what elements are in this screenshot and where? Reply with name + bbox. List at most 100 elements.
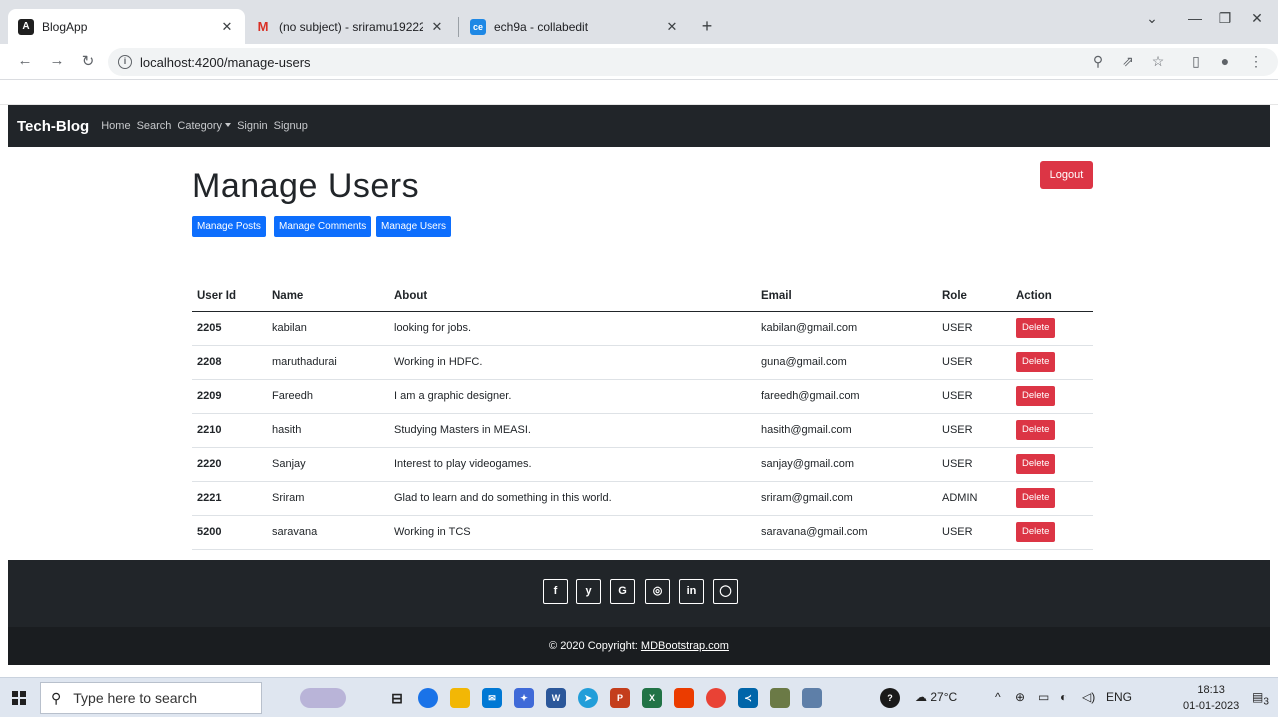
edge-icon[interactable] xyxy=(418,688,438,708)
pen-icon[interactable]: ⊕ xyxy=(1015,690,1025,704)
linkedin-icon[interactable]: in xyxy=(679,579,704,604)
office-icon[interactable] xyxy=(674,688,694,708)
cell-action: Delete xyxy=(1011,515,1093,550)
cell-role: USER xyxy=(937,379,1011,414)
mail-icon[interactable]: ✉ xyxy=(482,688,502,708)
word-icon[interactable]: W xyxy=(546,688,566,708)
browser-tab-bar: A BlogApp ✕ M (no subject) - sriramu1922… xyxy=(0,0,1278,44)
cell-user-id: 2210 xyxy=(192,413,267,448)
share-icon[interactable]: ⇗ xyxy=(1118,53,1138,70)
cell-email: sriram@gmail.com xyxy=(756,481,937,516)
notepad-icon[interactable] xyxy=(802,688,822,708)
nav-signin[interactable]: Signin xyxy=(237,120,268,132)
taskbar-search-input[interactable]: ⚲ Type here to search xyxy=(40,682,262,714)
task-view-icon[interactable]: ⊟ xyxy=(387,688,407,708)
cell-about: Interest to play videogames. xyxy=(389,447,756,482)
tab-gmail[interactable]: M (no subject) - sriramu192221@g ✕ xyxy=(245,9,455,44)
chevron-down-icon[interactable]: ⌄ xyxy=(1137,10,1167,27)
delete-button[interactable]: Delete xyxy=(1016,420,1056,440)
nav-search[interactable]: Search xyxy=(137,120,172,132)
cell-name: Sriram xyxy=(267,481,389,516)
bookmark-star-icon[interactable]: ☆ xyxy=(1148,53,1168,70)
page-title: Manage Users xyxy=(192,167,420,205)
forward-icon[interactable]: → xyxy=(47,52,67,69)
windows-start-icon[interactable] xyxy=(12,691,26,705)
nav-category-label: Category xyxy=(177,120,223,132)
cell-user-id: 5200 xyxy=(192,515,267,550)
nav-home[interactable]: Home xyxy=(101,120,130,132)
close-icon[interactable]: ✕ xyxy=(429,19,445,35)
weather-indicator[interactable]: ☁ 27°C xyxy=(915,690,957,704)
widget-icon[interactable] xyxy=(300,688,346,708)
volume-icon[interactable]: ◁) xyxy=(1082,690,1095,704)
delete-button[interactable]: Delete xyxy=(1016,488,1056,508)
mdbootstrap-link[interactable]: MDBootstrap.com xyxy=(641,640,729,652)
vscode-icon[interactable]: ≺ xyxy=(738,688,758,708)
navbar-brand[interactable]: Tech-Blog xyxy=(17,118,89,135)
file-explorer-icon[interactable] xyxy=(450,688,470,708)
battery-icon[interactable]: ▭ xyxy=(1038,690,1049,704)
nav-category[interactable]: Category xyxy=(177,120,232,132)
google-icon[interactable]: G xyxy=(610,579,635,604)
close-icon[interactable]: ✕ xyxy=(219,19,235,35)
github-icon[interactable]: ◯ xyxy=(713,579,738,604)
weather-text: 27°C xyxy=(930,690,958,704)
cell-email: saravana@gmail.com xyxy=(756,515,937,550)
delete-button[interactable]: Delete xyxy=(1016,318,1056,338)
close-window-icon[interactable]: ✕ xyxy=(1242,10,1272,27)
manage-posts-button[interactable]: Manage Posts xyxy=(192,216,266,237)
powerpoint-icon[interactable]: P xyxy=(610,688,630,708)
facebook-icon[interactable]: f xyxy=(543,579,568,604)
back-icon[interactable]: ← xyxy=(15,52,35,69)
minimize-icon[interactable]: — xyxy=(1180,10,1210,26)
language-indicator[interactable]: ENG xyxy=(1106,690,1132,704)
game-icon[interactable] xyxy=(770,688,790,708)
cell-name: hasith xyxy=(267,413,389,448)
table-row: 5200 saravana Working in TCS saravana@gm… xyxy=(192,515,1093,550)
instagram-icon[interactable]: ◎ xyxy=(645,579,670,604)
delete-button[interactable]: Delete xyxy=(1016,386,1056,406)
side-panel-icon[interactable]: ▯ xyxy=(1186,53,1206,70)
tab-collabedit[interactable]: ce ech9a - collabedit ✕ xyxy=(460,9,690,44)
dropbox-icon[interactable]: ✦ xyxy=(514,688,534,708)
telegram-icon[interactable]: ➤ xyxy=(578,688,598,708)
copyright-text: © 2020 Copyright: xyxy=(549,640,641,652)
table-row: 2220 Sanjay Interest to play videogames.… xyxy=(192,447,1093,482)
restore-icon[interactable]: ❐ xyxy=(1210,10,1240,27)
zoom-icon[interactable]: ⚲ xyxy=(1088,53,1108,70)
chrome-icon[interactable] xyxy=(706,688,726,708)
search-placeholder: Type here to search xyxy=(73,690,198,706)
header-user-id: User Id xyxy=(192,281,267,312)
delete-button[interactable]: Delete xyxy=(1016,352,1056,372)
cell-email: hasith@gmail.com xyxy=(756,413,937,448)
info-icon[interactable]: i xyxy=(118,55,132,69)
manage-users-button[interactable]: Manage Users xyxy=(376,216,452,237)
cell-email: guna@gmail.com xyxy=(756,345,937,380)
network-icon[interactable]: ◐ xyxy=(1060,690,1067,704)
header-about: About xyxy=(389,281,756,312)
delete-button[interactable]: Delete xyxy=(1016,522,1056,542)
windows-taskbar: ⚲ Type here to search ⊟ ✉ ✦ W ➤ P X ≺ ? … xyxy=(0,677,1278,717)
notifications-icon[interactable]: ▤3 xyxy=(1252,690,1269,707)
excel-icon[interactable]: X xyxy=(642,688,662,708)
profile-avatar[interactable]: ● xyxy=(1215,53,1235,69)
cell-user-id: 2221 xyxy=(192,481,267,516)
clock-date: 01-01-2023 xyxy=(1183,700,1240,712)
table-row: 2221 Sriram Glad to learn and do somethi… xyxy=(192,481,1093,516)
close-icon[interactable]: ✕ xyxy=(664,19,680,35)
chevron-up-icon[interactable]: ^ xyxy=(995,690,1001,704)
table-row: 2208 maruthadurai Working in HDFC. guna@… xyxy=(192,345,1093,380)
twitter-icon[interactable]: y xyxy=(576,579,601,604)
delete-button[interactable]: Delete xyxy=(1016,454,1056,474)
tab-blogapp[interactable]: A BlogApp ✕ xyxy=(8,9,245,44)
users-table: User Id Name About Email Role Action 220… xyxy=(192,281,1093,550)
help-icon[interactable]: ? xyxy=(880,688,900,708)
nav-signup[interactable]: Signup xyxy=(274,120,308,132)
logout-button[interactable]: Logout xyxy=(1040,161,1093,189)
new-tab-button[interactable]: + xyxy=(695,14,719,38)
cell-role: USER xyxy=(937,311,1011,346)
taskbar-clock[interactable]: 18:13 01-01-2023 xyxy=(1183,682,1239,714)
reload-icon[interactable]: ↻ xyxy=(78,52,98,70)
manage-comments-button[interactable]: Manage Comments xyxy=(274,216,372,237)
menu-kebab-icon[interactable]: ⋮ xyxy=(1246,53,1266,70)
